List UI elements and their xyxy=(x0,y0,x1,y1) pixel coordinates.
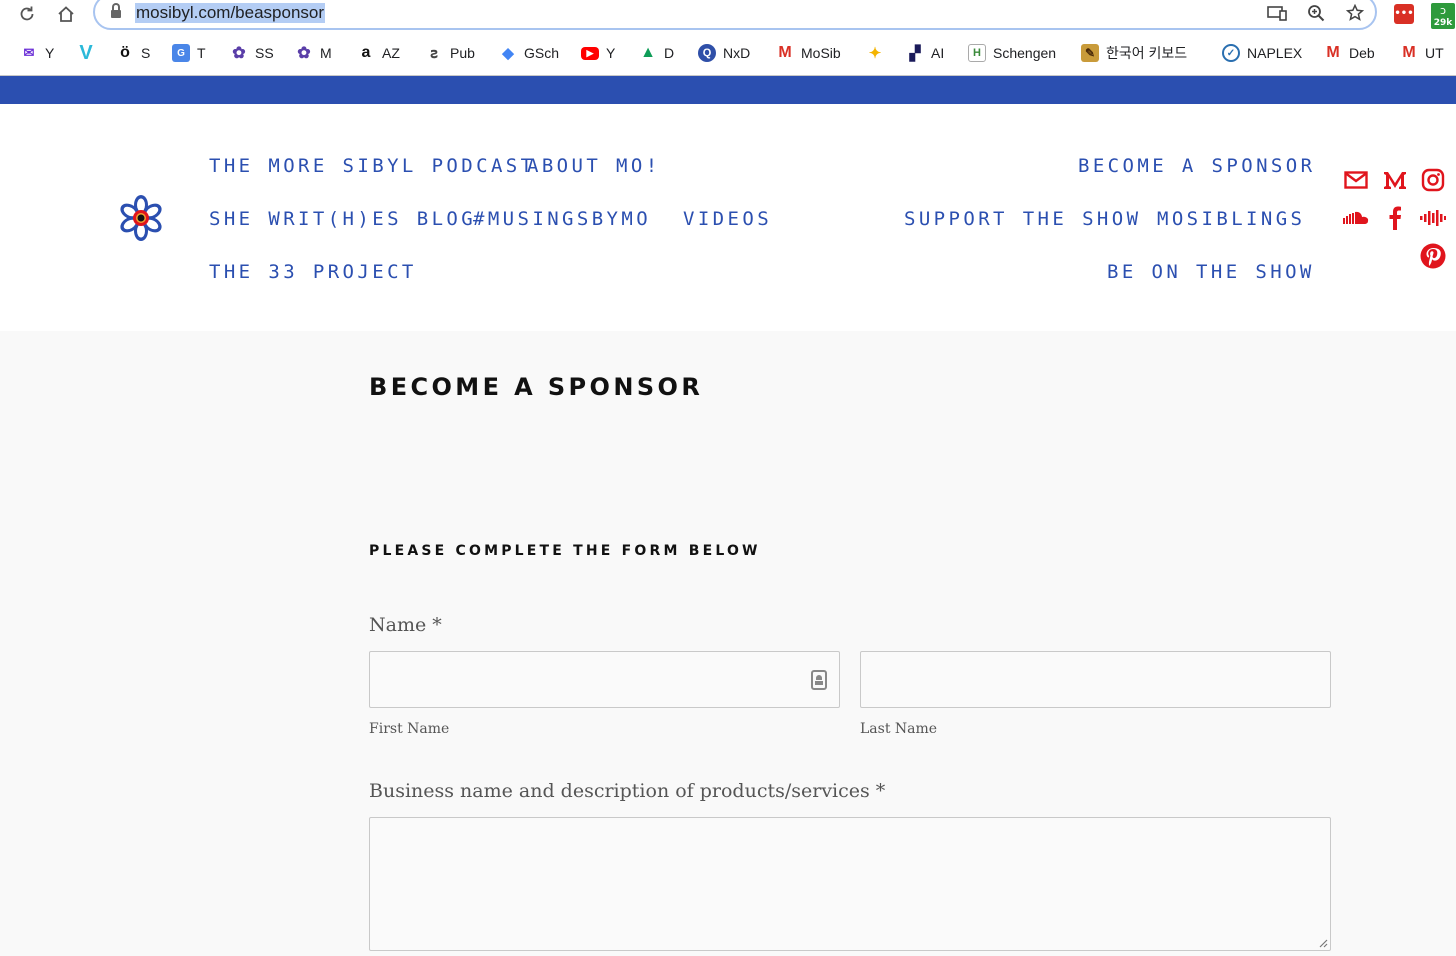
bookmark-item[interactable]: ✿ SS xyxy=(230,38,273,68)
grid-icon: ▞ xyxy=(909,44,921,61)
bookmark-item[interactable]: V xyxy=(77,38,102,68)
bookmark-item[interactable]: Q NxD xyxy=(698,38,750,68)
bookmarks-bar: ✉ Y V öS GT ✿ SS ✿ M a AZ ꙅ Pub ◆ GSch ▶ Y ▲ D Q… xyxy=(0,38,1456,68)
quill-icon: ✎ xyxy=(1081,44,1099,62)
nav-blog[interactable]: SHE WRIT(H)ES BLOG xyxy=(209,207,476,231)
check-icon: ✓ xyxy=(1222,44,1240,62)
hc-icon: H xyxy=(968,44,986,62)
address-row: mosibyl.com/beasponsor ••• ↄ 29k xyxy=(0,0,1456,30)
flower-icon: ✿ xyxy=(232,45,246,62)
url-text[interactable]: mosibyl.com/beasponsor xyxy=(135,3,326,23)
extension-icon[interactable]: ••• xyxy=(1394,4,1414,24)
podcast-icon[interactable] xyxy=(1420,205,1446,231)
email-icon[interactable] xyxy=(1343,167,1369,193)
pinterest-icon[interactable] xyxy=(1420,243,1446,269)
o-icon: ö xyxy=(120,44,130,61)
business-description-label: Business name and description of product… xyxy=(369,780,886,802)
name-label: Name * xyxy=(369,614,442,636)
address-bar[interactable]: mosibyl.com/beasponsor xyxy=(93,0,1377,30)
bookmark-item[interactable]: ✓ NAPLEX xyxy=(1222,38,1302,68)
gmail-icon: M xyxy=(1402,44,1416,61)
resize-handle-icon[interactable] xyxy=(1318,938,1328,948)
cast-icon[interactable] xyxy=(1264,1,1290,25)
nav-musings[interactable]: #MUSINGSBYMO xyxy=(473,207,651,231)
gmail-icon: M xyxy=(1326,44,1340,61)
nav-be-on-show[interactable]: BE ON THE SHOW xyxy=(1107,260,1315,284)
nav-mosiblings[interactable]: MOSIBLINGS xyxy=(1157,207,1305,231)
bookmark-item[interactable]: ▲ D xyxy=(639,38,674,68)
nav-podcast[interactable]: THE MORE SIBYL PODCAST xyxy=(209,154,535,178)
reload-icon[interactable] xyxy=(14,3,40,25)
nav-33-project[interactable]: THE 33 PROJECT xyxy=(209,260,417,284)
mail-icon: ✉ xyxy=(23,45,35,60)
facebook-icon[interactable] xyxy=(1382,205,1408,231)
v-icon: V xyxy=(79,41,93,64)
announcement-bar xyxy=(0,76,1456,104)
browser-chrome: mosibyl.com/beasponsor ••• ↄ 29k ✉ Y V öS… xyxy=(0,0,1456,76)
bookmark-item[interactable]: ꙅ Pub xyxy=(425,38,475,68)
business-description-textarea[interactable] xyxy=(369,817,1331,951)
last-name-label: Last Name xyxy=(860,721,938,737)
nav-videos[interactable]: VIDEOS xyxy=(683,207,772,231)
bookmark-item[interactable]: ✿ M xyxy=(295,38,331,68)
site-logo-icon[interactable] xyxy=(116,193,166,243)
bookmark-item[interactable]: ◆ GSch xyxy=(499,38,559,68)
bookmark-item[interactable]: ✎ 한국어 키보드 xyxy=(1081,38,1187,68)
site-header: THE MORE SIBYL PODCAST ABOUT MO! SHE WRI… xyxy=(0,104,1456,331)
bookmark-item[interactable]: öS xyxy=(116,38,150,68)
scholar-icon: ◆ xyxy=(502,45,514,62)
home-icon[interactable] xyxy=(53,3,79,25)
page-title: BECOME A SPONSOR xyxy=(369,373,704,401)
bookmark-star-icon[interactable] xyxy=(1342,1,1368,25)
soundcloud-icon[interactable] xyxy=(1343,205,1369,231)
bookmark-item[interactable]: ✦ xyxy=(866,38,891,68)
nav-about[interactable]: ABOUT MO! xyxy=(527,154,661,178)
zoom-icon[interactable] xyxy=(1303,1,1329,25)
first-name-label: First Name xyxy=(369,721,450,737)
contact-card-icon[interactable] xyxy=(811,670,827,690)
bookmark-item[interactable]: ✉ Y xyxy=(20,38,55,68)
last-name-input[interactable] xyxy=(860,651,1331,708)
main-content: BECOME A SPONSOR PLEASE COMPLETE THE FOR… xyxy=(0,331,1456,956)
bookmark-item[interactable]: M MoSib xyxy=(776,38,840,68)
bookmark-item[interactable]: ▶ Y xyxy=(581,38,615,68)
bookmark-item[interactable]: M UT xyxy=(1400,38,1443,68)
pub-icon: ꙅ xyxy=(430,45,438,62)
flower-icon: ✿ xyxy=(297,45,311,62)
bookmark-item[interactable]: H Schengen xyxy=(968,38,1056,68)
nav-support-show[interactable]: SUPPORT THE SHOW xyxy=(904,207,1141,231)
pinwheel-icon: ✦ xyxy=(868,45,882,62)
amazon-icon: a xyxy=(361,44,371,61)
nav-become-sponsor[interactable]: BECOME A SPONSOR xyxy=(1078,154,1315,178)
medium-icon[interactable] xyxy=(1382,167,1408,193)
lock-icon xyxy=(111,3,121,19)
youtube-icon: ▶ xyxy=(581,46,599,60)
form-subtitle: PLEASE COMPLETE THE FORM BELOW xyxy=(369,543,761,559)
drive-icon: ▲ xyxy=(640,44,656,61)
translate-icon: G xyxy=(172,44,190,62)
gmail-icon: M xyxy=(778,44,792,61)
instagram-icon[interactable] xyxy=(1420,167,1446,193)
q-icon: Q xyxy=(698,44,716,62)
bookmark-item[interactable]: a AZ xyxy=(357,38,400,68)
first-name-input[interactable] xyxy=(369,651,840,708)
bookmark-item[interactable]: ▞ AI xyxy=(906,38,945,68)
extension-counter-icon[interactable]: ↄ 29k xyxy=(1431,3,1455,29)
bookmark-item[interactable]: M Deb xyxy=(1324,38,1374,68)
bookmark-item[interactable]: GT xyxy=(172,38,206,68)
